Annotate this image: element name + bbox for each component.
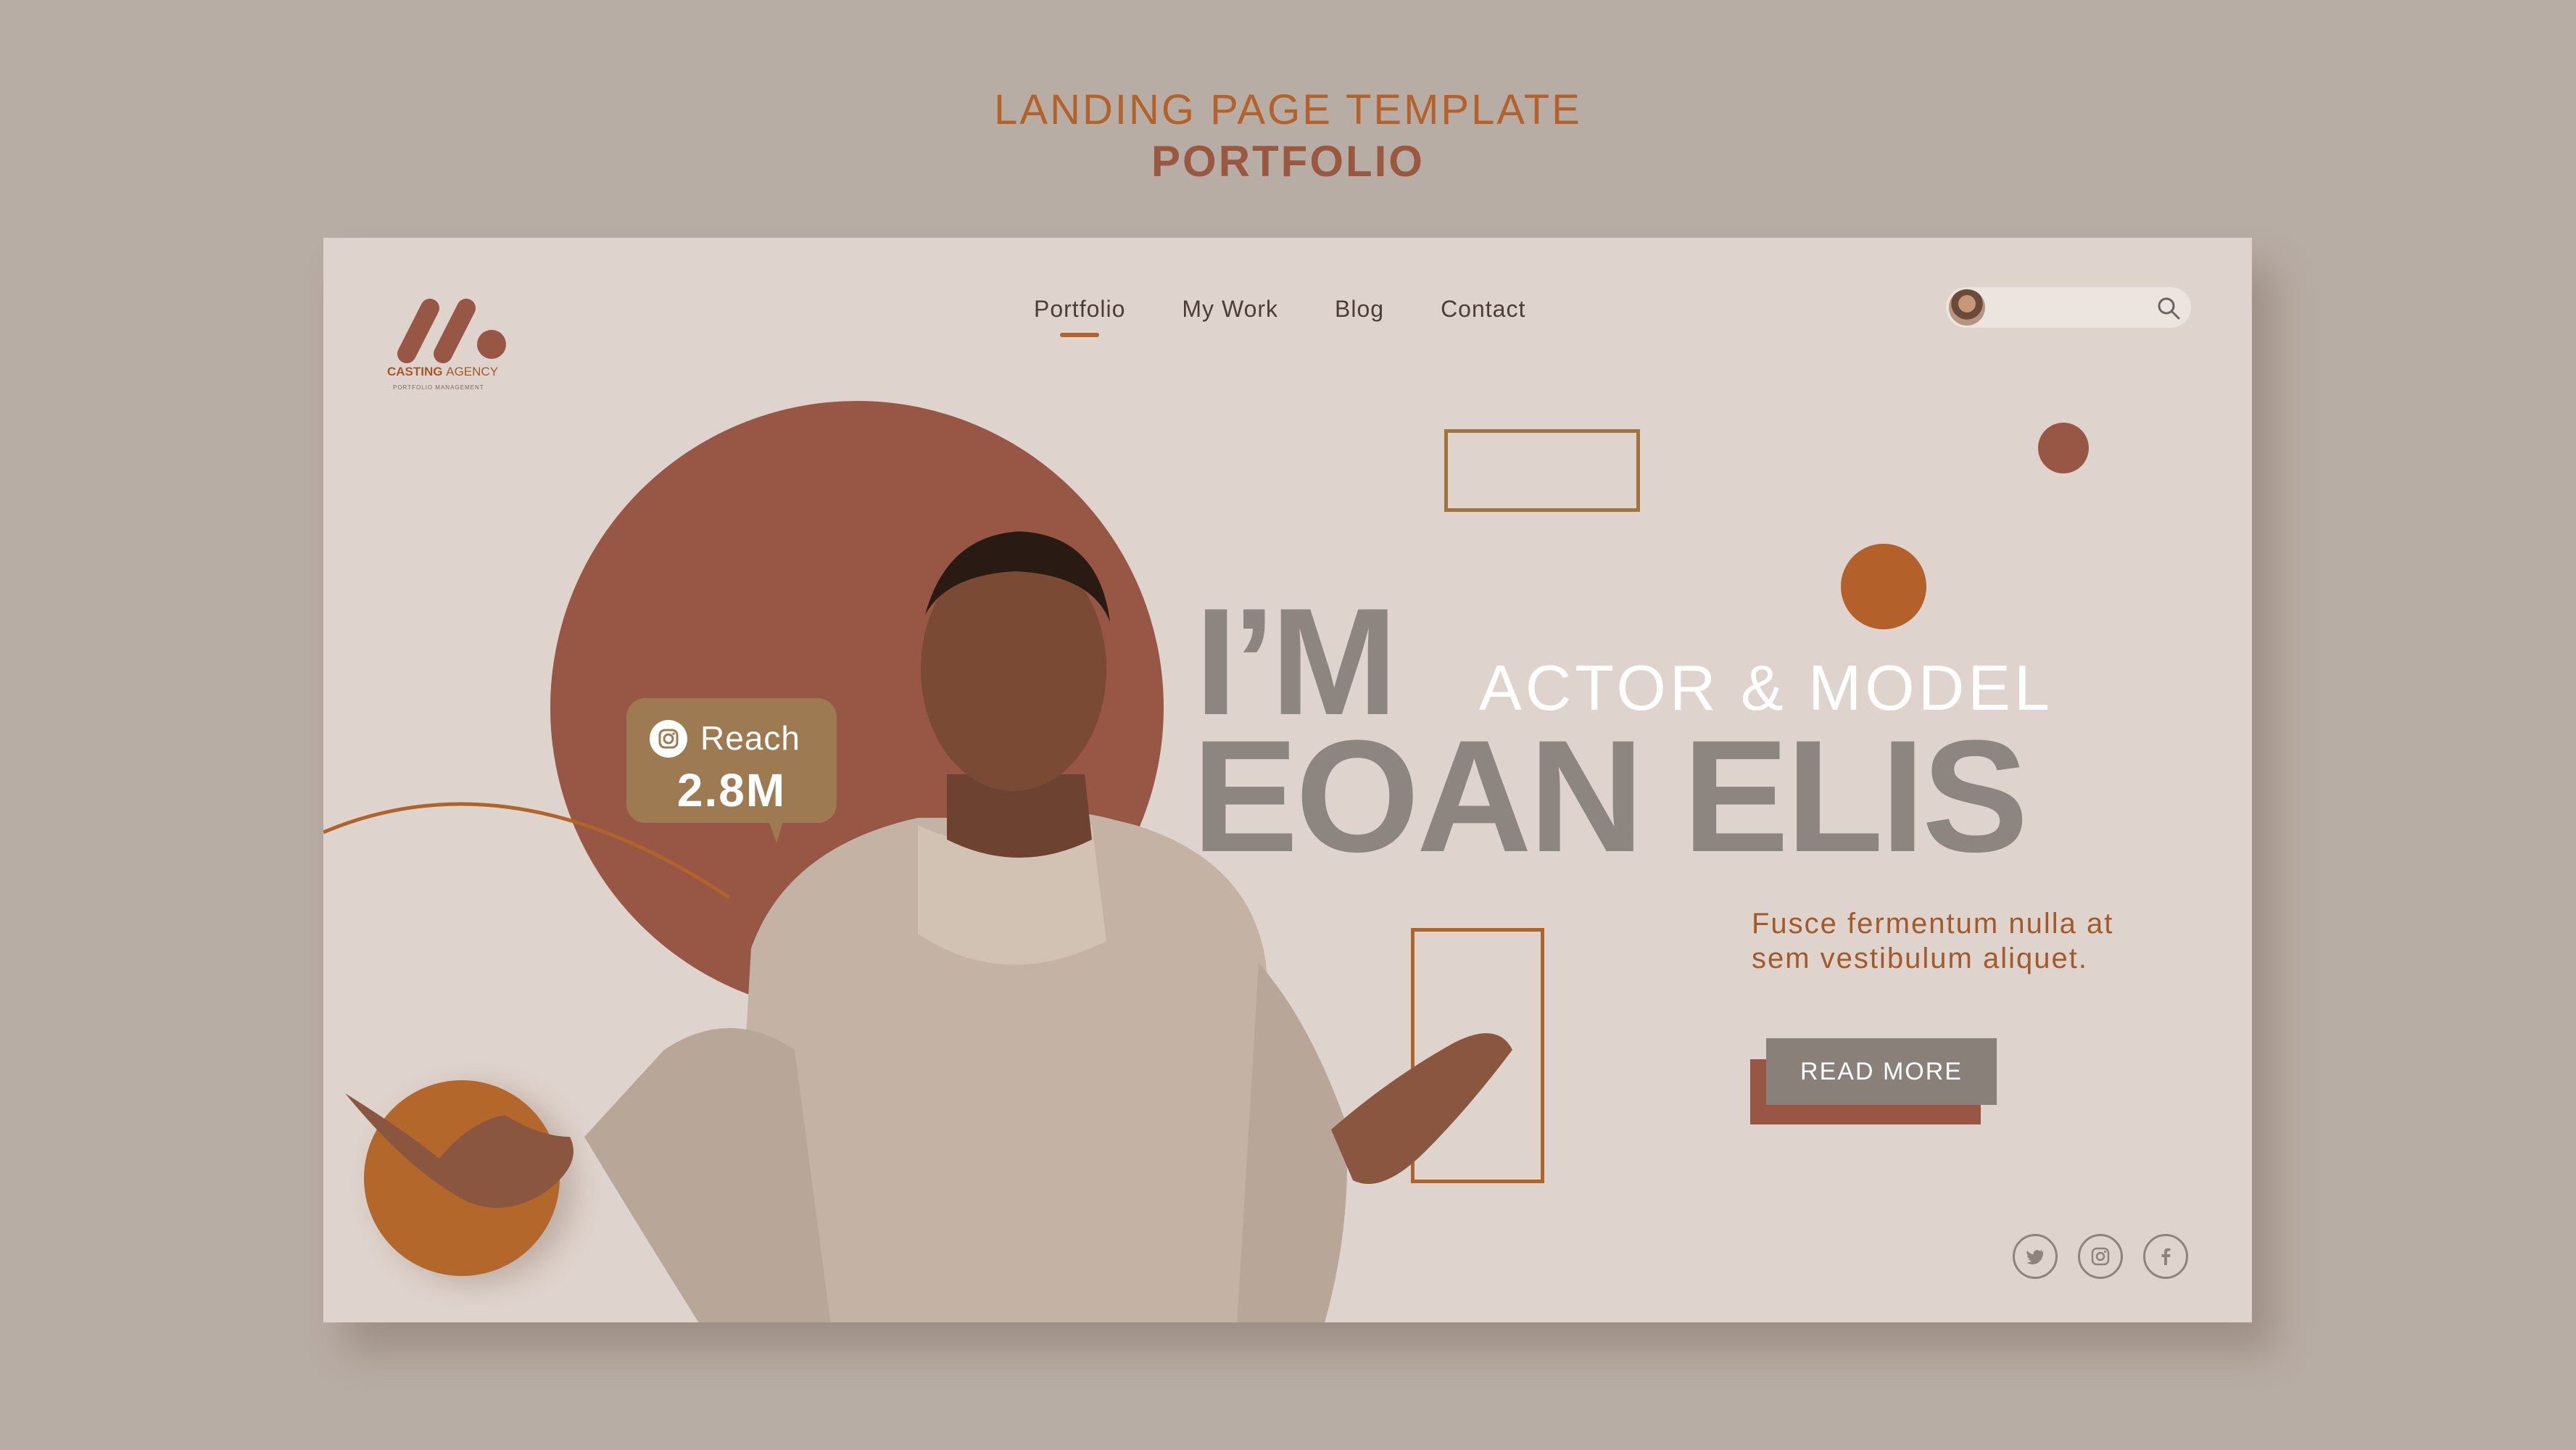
nav-item-contact[interactable]: Contact [1441, 296, 1525, 323]
brand-name: CASTING AGENCY [387, 365, 498, 379]
read-more-button[interactable]: READ MORE [1766, 1038, 1997, 1105]
showcase-subtitle: PORTFOLIO [1151, 137, 1425, 186]
instagram-link[interactable] [2078, 1234, 2123, 1279]
reach-value: 2.8M [676, 764, 787, 816]
model-photo [345, 531, 1512, 1322]
search-bar[interactable] [1946, 287, 2191, 328]
reach-label: Reach [700, 719, 800, 757]
avatar[interactable] [1949, 289, 1985, 326]
brand-name-bold: CASTING [387, 365, 443, 378]
twitter-link[interactable] [2013, 1234, 2058, 1279]
brand-tagline: PORTFOLIO MANAGEMENT [393, 384, 484, 391]
reach-stat-bubble: Reach 2.8M [626, 698, 837, 843]
hero-name: EOAN ELIS [1192, 707, 2029, 885]
nav-item-blog[interactable]: Blog [1335, 296, 1384, 323]
main-nav: Portfolio My Work Blog Contact [1034, 296, 1525, 337]
brand-name-light: AGENCY [446, 365, 499, 378]
instagram-icon [2091, 1247, 2110, 1266]
facebook-link[interactable] [2143, 1234, 2188, 1279]
facebook-icon [2161, 1248, 2171, 1265]
twitter-icon [2026, 1250, 2044, 1265]
showcase-title: LANDING PAGE TEMPLATE [994, 86, 1582, 133]
nav-item-portfolio[interactable]: Portfolio [1034, 296, 1125, 337]
search-icon[interactable] [2156, 296, 2181, 320]
nav-item-my-work[interactable]: My Work [1182, 296, 1278, 323]
decor-circle-orange-right [1841, 544, 1926, 629]
hero-tagline: Fusce fermentum nulla at sem vestibulum … [1752, 908, 2114, 974]
decor-circle-small [2038, 423, 2089, 473]
instagram-icon [650, 720, 687, 758]
landing-page-mockup: CASTING AGENCY PORTFOLIO MANAGEMENT Port… [323, 238, 2252, 1322]
